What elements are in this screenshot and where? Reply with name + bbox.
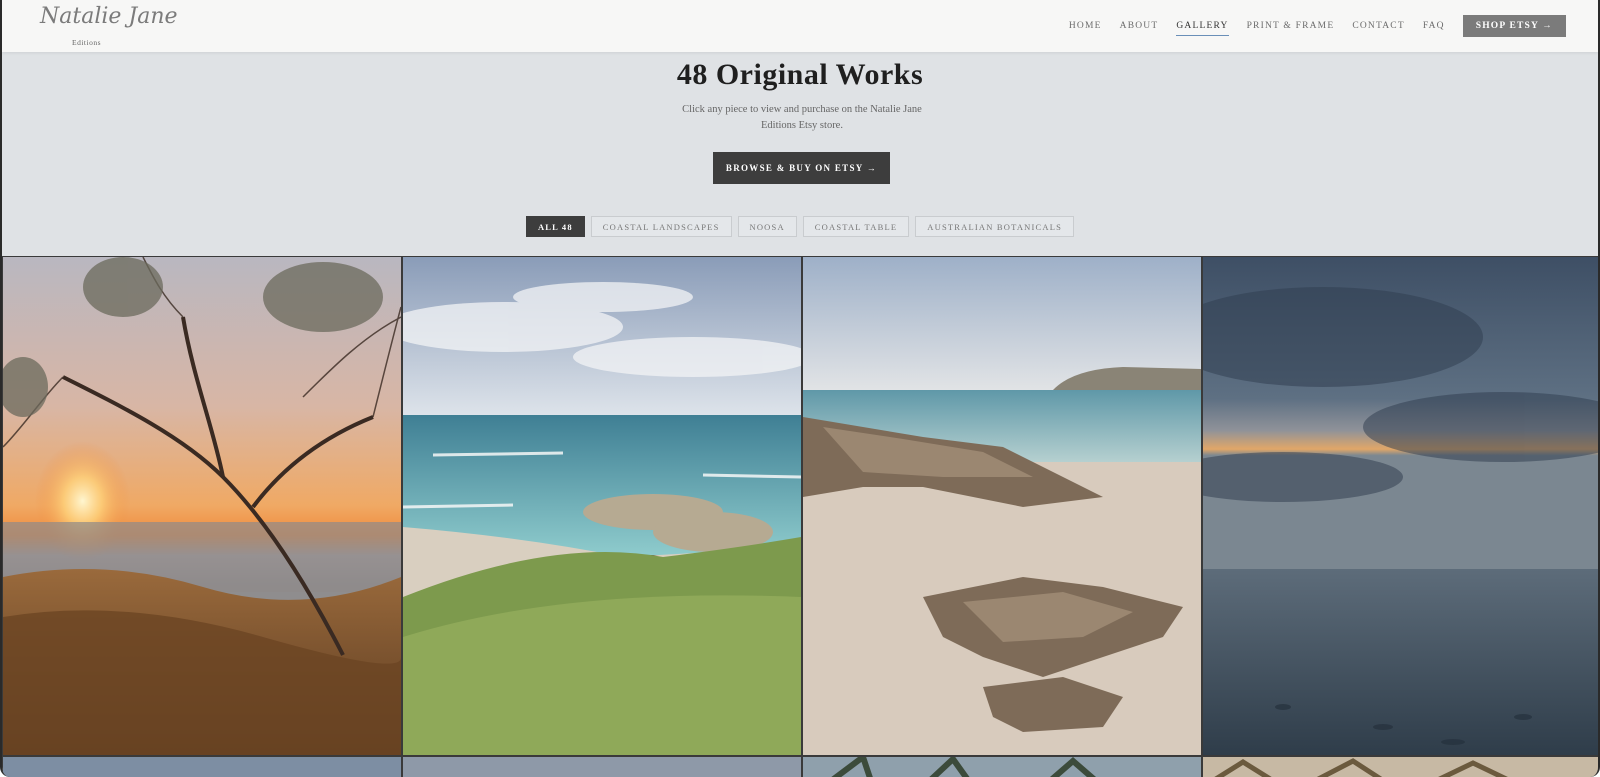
site-header: Natalie Jane Editions HOME ABOUT GALLERY… [2, 0, 1598, 52]
category-filters: ALL 48 COASTAL LANDSCAPES NOOSA COASTAL … [2, 216, 1598, 237]
brand-script: Natalie Jane [40, 4, 178, 29]
nav-gallery[interactable]: GALLERY [1176, 17, 1229, 36]
artwork-image [1203, 757, 1598, 777]
filter-coastal-landscapes[interactable]: COASTAL LANDSCAPES [590, 216, 732, 237]
filter-noosa[interactable]: NOOSA [737, 216, 797, 237]
brand-logo[interactable]: Natalie Jane Editions [38, 2, 178, 48]
brand-sub: Editions [72, 38, 102, 47]
nav-contact[interactable]: CONTACT [1352, 17, 1405, 35]
artwork-tile[interactable] [3, 257, 401, 755]
filter-coastal-table[interactable]: COASTAL TABLE [802, 216, 910, 237]
filter-all[interactable]: ALL 48 [525, 216, 585, 237]
artwork-tile[interactable] [403, 757, 801, 777]
artwork-beach-dunes-image [403, 257, 801, 755]
artwork-sunset-tree-image [3, 257, 401, 755]
nav-home[interactable]: HOME [1069, 17, 1102, 35]
browser-viewport: Natalie Jane Editions HOME ABOUT GALLERY… [0, 0, 1600, 777]
artwork-tile[interactable] [1203, 757, 1598, 777]
filter-australian-botanicals[interactable]: AUSTRALIAN BOTANICALS [915, 216, 1075, 237]
artwork-tile[interactable] [3, 757, 401, 777]
artwork-beach-rocks-image [803, 257, 1201, 755]
artwork-image [403, 757, 801, 777]
main-nav: HOME ABOUT GALLERY PRINT & FRAME CONTACT… [1051, 0, 1566, 52]
artwork-stormy-sea-image [1203, 257, 1598, 755]
artwork-tile[interactable] [803, 757, 1201, 777]
artwork-tile[interactable] [803, 257, 1201, 755]
nav-print-frame[interactable]: PRINT & FRAME [1247, 17, 1335, 35]
page-title: 48 Original Works [676, 58, 924, 91]
page-description: Click any piece to view and purchase on … [682, 104, 922, 131]
artwork-tile[interactable] [403, 257, 801, 755]
shop-etsy-button[interactable]: SHOP ETSY → [1462, 15, 1566, 37]
browse-etsy-button[interactable]: BROWSE & BUY ON ETSY → [713, 152, 890, 184]
artwork-image [803, 757, 1201, 777]
artwork-image [3, 757, 401, 777]
gallery-grid [2, 256, 1598, 777]
artwork-tile[interactable] [1203, 257, 1598, 755]
nav-about[interactable]: ABOUT [1120, 17, 1159, 35]
nav-faq[interactable]: FAQ [1423, 17, 1445, 35]
